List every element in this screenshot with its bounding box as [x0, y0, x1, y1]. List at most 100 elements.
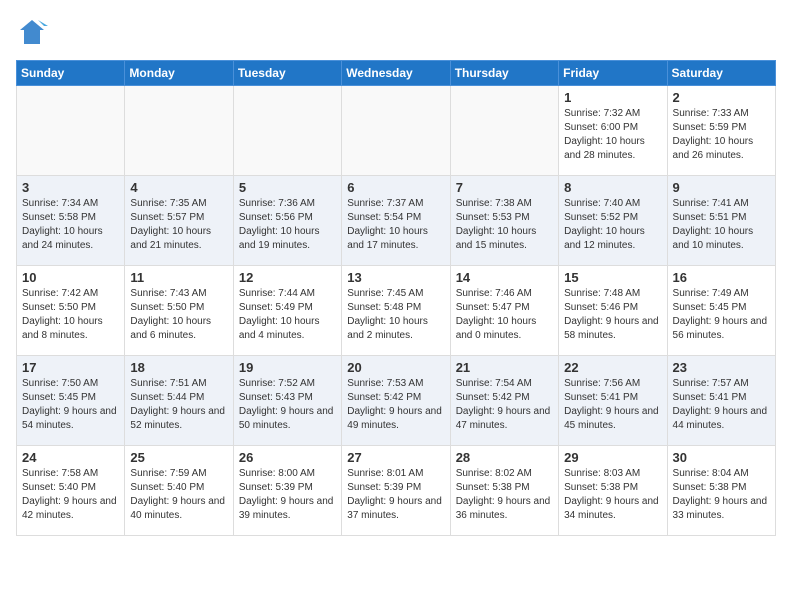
calendar-day-cell: 14 Sunrise: 7:46 AM Sunset: 5:47 PM Dayl…	[450, 266, 558, 356]
calendar-day-cell	[125, 86, 233, 176]
day-number: 22	[564, 360, 661, 375]
daylight-label: Daylight:	[456, 496, 495, 507]
daylight-label: Daylight:	[564, 136, 603, 147]
sunrise-label: Sunrise:	[564, 468, 601, 479]
weekday-header: Wednesday	[342, 61, 450, 86]
calendar-day-cell: 30 Sunrise: 8:04 AM Sunset: 5:38 PM Dayl…	[667, 446, 775, 536]
day-number: 1	[564, 90, 661, 105]
page-header	[16, 16, 776, 48]
sunrise-label: Sunrise:	[239, 468, 276, 479]
sunrise-label: Sunrise:	[564, 288, 601, 299]
calendar-day-cell: 16 Sunrise: 7:49 AM Sunset: 5:45 PM Dayl…	[667, 266, 775, 356]
day-info: Sunrise: 8:02 AM Sunset: 5:38 PM Dayligh…	[456, 467, 553, 523]
day-info: Sunrise: 7:36 AM Sunset: 5:56 PM Dayligh…	[239, 197, 336, 253]
sunset-label: Sunset:	[673, 122, 707, 133]
daylight-label: Daylight:	[673, 496, 712, 507]
logo-icon	[16, 16, 48, 48]
calendar-day-cell: 18 Sunrise: 7:51 AM Sunset: 5:44 PM Dayl…	[125, 356, 233, 446]
day-number: 10	[22, 270, 119, 285]
sunrise-label: Sunrise:	[347, 378, 384, 389]
sunrise-label: Sunrise:	[456, 288, 493, 299]
daylight-label: Daylight:	[22, 316, 61, 327]
day-number: 29	[564, 450, 661, 465]
day-info: Sunrise: 7:57 AM Sunset: 5:41 PM Dayligh…	[673, 377, 770, 433]
day-number: 30	[673, 450, 770, 465]
daylight-label: Daylight:	[564, 316, 603, 327]
sunrise-label: Sunrise:	[130, 468, 167, 479]
day-number: 17	[22, 360, 119, 375]
calendar-day-cell: 8 Sunrise: 7:40 AM Sunset: 5:52 PM Dayli…	[559, 176, 667, 266]
day-info: Sunrise: 7:41 AM Sunset: 5:51 PM Dayligh…	[673, 197, 770, 253]
sunset-label: Sunset:	[673, 302, 707, 313]
weekday-header: Tuesday	[233, 61, 341, 86]
day-number: 12	[239, 270, 336, 285]
day-info: Sunrise: 7:32 AM Sunset: 6:00 PM Dayligh…	[564, 107, 661, 163]
day-number: 3	[22, 180, 119, 195]
daylight-label: Daylight:	[347, 316, 386, 327]
day-info: Sunrise: 7:44 AM Sunset: 5:49 PM Dayligh…	[239, 287, 336, 343]
day-number: 28	[456, 450, 553, 465]
day-info: Sunrise: 8:01 AM Sunset: 5:39 PM Dayligh…	[347, 467, 444, 523]
sunset-label: Sunset:	[239, 392, 273, 403]
sunset-label: Sunset:	[564, 122, 598, 133]
daylight-label: Daylight:	[22, 406, 61, 417]
sunrise-label: Sunrise:	[130, 288, 167, 299]
sunset-label: Sunset:	[673, 482, 707, 493]
calendar-day-cell: 11 Sunrise: 7:43 AM Sunset: 5:50 PM Dayl…	[125, 266, 233, 356]
daylight-label: Daylight:	[130, 496, 169, 507]
sunset-label: Sunset:	[564, 302, 598, 313]
sunrise-label: Sunrise:	[673, 198, 710, 209]
day-number: 5	[239, 180, 336, 195]
sunrise-label: Sunrise:	[130, 378, 167, 389]
daylight-label: Daylight:	[673, 136, 712, 147]
sunset-label: Sunset:	[22, 212, 56, 223]
sunset-label: Sunset:	[239, 212, 273, 223]
weekday-header: Saturday	[667, 61, 775, 86]
day-number: 7	[456, 180, 553, 195]
sunrise-label: Sunrise:	[22, 288, 59, 299]
daylight-label: Daylight:	[239, 316, 278, 327]
sunset-label: Sunset:	[456, 212, 490, 223]
daylight-label: Daylight:	[564, 496, 603, 507]
logo	[16, 16, 52, 48]
daylight-label: Daylight:	[130, 406, 169, 417]
sunrise-label: Sunrise:	[239, 288, 276, 299]
day-number: 8	[564, 180, 661, 195]
daylight-label: Daylight:	[673, 226, 712, 237]
daylight-label: Daylight:	[347, 226, 386, 237]
sunrise-label: Sunrise:	[22, 378, 59, 389]
day-number: 4	[130, 180, 227, 195]
sunset-label: Sunset:	[22, 392, 56, 403]
sunset-label: Sunset:	[130, 302, 164, 313]
daylight-label: Daylight:	[673, 316, 712, 327]
sunset-label: Sunset:	[564, 212, 598, 223]
day-info: Sunrise: 7:59 AM Sunset: 5:40 PM Dayligh…	[130, 467, 227, 523]
day-number: 11	[130, 270, 227, 285]
sunset-label: Sunset:	[564, 392, 598, 403]
calendar-day-cell: 28 Sunrise: 8:02 AM Sunset: 5:38 PM Dayl…	[450, 446, 558, 536]
day-info: Sunrise: 7:46 AM Sunset: 5:47 PM Dayligh…	[456, 287, 553, 343]
sunrise-label: Sunrise:	[347, 468, 384, 479]
day-info: Sunrise: 7:45 AM Sunset: 5:48 PM Dayligh…	[347, 287, 444, 343]
calendar-day-cell: 1 Sunrise: 7:32 AM Sunset: 6:00 PM Dayli…	[559, 86, 667, 176]
sunrise-label: Sunrise:	[456, 378, 493, 389]
calendar-day-cell: 22 Sunrise: 7:56 AM Sunset: 5:41 PM Dayl…	[559, 356, 667, 446]
calendar-day-cell	[17, 86, 125, 176]
calendar-day-cell: 9 Sunrise: 7:41 AM Sunset: 5:51 PM Dayli…	[667, 176, 775, 266]
weekday-header: Monday	[125, 61, 233, 86]
calendar-day-cell: 15 Sunrise: 7:48 AM Sunset: 5:46 PM Dayl…	[559, 266, 667, 356]
calendar-day-cell: 23 Sunrise: 7:57 AM Sunset: 5:41 PM Dayl…	[667, 356, 775, 446]
sunset-label: Sunset:	[22, 302, 56, 313]
day-number: 13	[347, 270, 444, 285]
day-info: Sunrise: 7:58 AM Sunset: 5:40 PM Dayligh…	[22, 467, 119, 523]
sunrise-label: Sunrise:	[564, 108, 601, 119]
calendar-day-cell: 3 Sunrise: 7:34 AM Sunset: 5:58 PM Dayli…	[17, 176, 125, 266]
calendar-day-cell: 7 Sunrise: 7:38 AM Sunset: 5:53 PM Dayli…	[450, 176, 558, 266]
day-info: Sunrise: 8:04 AM Sunset: 5:38 PM Dayligh…	[673, 467, 770, 523]
sunrise-label: Sunrise:	[673, 378, 710, 389]
day-number: 19	[239, 360, 336, 375]
calendar-day-cell: 25 Sunrise: 7:59 AM Sunset: 5:40 PM Dayl…	[125, 446, 233, 536]
day-info: Sunrise: 7:33 AM Sunset: 5:59 PM Dayligh…	[673, 107, 770, 163]
daylight-label: Daylight:	[564, 406, 603, 417]
day-info: Sunrise: 7:48 AM Sunset: 5:46 PM Dayligh…	[564, 287, 661, 343]
